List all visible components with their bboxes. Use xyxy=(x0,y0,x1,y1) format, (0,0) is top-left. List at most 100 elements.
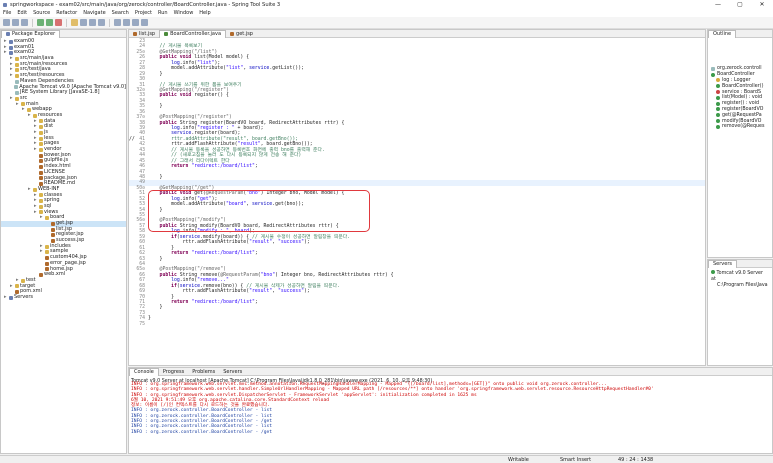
menu-refactor[interactable]: Refactor xyxy=(56,10,77,16)
code-line[interactable]: 75 xyxy=(129,322,705,327)
code-token: "bno" xyxy=(260,272,276,278)
stop-server-icon[interactable] xyxy=(55,19,62,26)
mark-occurrences-icon[interactable] xyxy=(98,19,105,26)
file-icon xyxy=(39,153,43,158)
app-icon xyxy=(3,2,7,7)
menu-run[interactable]: Run xyxy=(158,10,168,16)
debug-icon[interactable] xyxy=(37,19,44,26)
expand-arrow-icon[interactable]: ▸ xyxy=(34,209,38,216)
open-type-icon[interactable] xyxy=(80,19,87,26)
outline-item-label: modify(BoardVO xyxy=(722,118,762,124)
previous-annotation-icon[interactable] xyxy=(123,19,130,26)
expand-arrow-icon[interactable]: ▸ xyxy=(40,249,44,255)
tab-outline[interactable]: Outline xyxy=(708,29,737,38)
close-button[interactable]: ✕ xyxy=(751,0,773,9)
folder-icon xyxy=(39,204,43,209)
editor-tab[interactable]: get.jsp xyxy=(226,30,257,38)
code-token: } xyxy=(148,104,163,110)
menu-file[interactable]: File xyxy=(3,10,11,16)
server-icon xyxy=(711,270,715,274)
menu-project[interactable]: Project xyxy=(135,10,152,16)
expand-arrow-icon[interactable]: ▸ xyxy=(40,215,44,221)
private-field-icon xyxy=(716,90,720,95)
console-tab[interactable]: Console xyxy=(129,367,159,376)
tab-package-explorer[interactable]: Package Explorer xyxy=(1,29,61,38)
expand-arrow-icon[interactable]: ▸ xyxy=(4,50,8,56)
expand-arrow-icon[interactable]: ▸ xyxy=(16,101,20,108)
outline-item-label: org.zerock.controll xyxy=(717,66,762,72)
library-icon xyxy=(15,91,19,96)
new-java-class-icon[interactable] xyxy=(71,19,78,26)
window-title-bar: springworkspace - exam02/src/main/java/o… xyxy=(0,0,773,9)
outline-item-label: register() : void xyxy=(722,101,760,107)
tree-item-label: web.xml xyxy=(44,271,66,278)
tab-servers-side[interactable]: Servers xyxy=(708,259,738,268)
new-icon[interactable] xyxy=(3,19,10,26)
console-tab-label: Console xyxy=(134,369,154,375)
expand-arrow-icon[interactable]: ▸ xyxy=(34,146,38,153)
folder-icon xyxy=(15,73,19,78)
expand-arrow-icon[interactable]: ▸ xyxy=(28,112,32,119)
editor-tab[interactable]: BoardController.java xyxy=(159,29,227,38)
back-icon[interactable] xyxy=(132,19,139,26)
save-all-icon[interactable] xyxy=(21,19,28,26)
menu-window[interactable]: Window xyxy=(174,10,194,16)
minimize-button[interactable]: — xyxy=(707,0,729,9)
expand-arrow-icon[interactable]: ▸ xyxy=(28,186,32,193)
method-icon xyxy=(716,84,720,89)
expand-arrow-icon[interactable]: ▸ xyxy=(22,107,26,113)
status-insert-mode: Smart Insert xyxy=(560,457,592,463)
file-icon xyxy=(39,176,43,181)
menu-source[interactable]: Source xyxy=(33,10,50,16)
editor-tab[interactable]: list.jsp xyxy=(129,30,159,38)
run-icon[interactable] xyxy=(46,19,53,26)
code-token: .getList()); xyxy=(269,66,304,72)
tree-item[interactable]: ▸ Servers xyxy=(1,294,126,301)
field-icon xyxy=(716,78,720,83)
file-icon xyxy=(51,233,55,238)
console-output[interactable]: INFO : org.springframework.web.servlet.m… xyxy=(129,382,772,435)
search-icon[interactable] xyxy=(89,19,96,26)
code-token: } xyxy=(148,316,151,322)
console-tab[interactable]: Servers xyxy=(219,368,246,376)
save-icon[interactable] xyxy=(12,19,19,26)
outline-item[interactable]: remove(@Reques xyxy=(708,124,772,130)
folder-icon xyxy=(39,147,43,152)
forward-icon[interactable] xyxy=(141,19,148,26)
expand-arrow-icon[interactable]: ▸ xyxy=(10,72,14,79)
code-token: } xyxy=(148,256,163,262)
code-token: "result" xyxy=(249,240,273,246)
console-tab[interactable]: Progress xyxy=(159,368,188,376)
menu-bar: File Edit Source Refactor Navigate Search Proj… xyxy=(0,9,773,17)
menu-search[interactable]: Search xyxy=(112,10,129,16)
menu-edit[interactable]: Edit xyxy=(17,10,27,16)
outline-tabbar: Outline xyxy=(708,29,772,38)
folder-icon xyxy=(15,56,19,61)
editor-tab-label: BoardController.java xyxy=(170,31,222,37)
method-icon xyxy=(716,119,720,124)
menu-help[interactable]: Help xyxy=(199,10,210,16)
servers-side-panel: Servers Tomcat v9.0 Server at C:\Program… xyxy=(707,259,773,366)
code-token: return xyxy=(148,164,192,170)
method-icon xyxy=(716,107,720,112)
expand-arrow-icon[interactable]: ▸ xyxy=(4,294,8,301)
expand-arrow-icon[interactable]: ▸ xyxy=(10,283,14,290)
console-tab[interactable]: Problems xyxy=(188,368,219,376)
next-annotation-icon[interactable] xyxy=(114,19,121,26)
folder-icon xyxy=(15,62,19,67)
package-explorer-icon xyxy=(6,32,10,36)
package-explorer-panel: Package Explorer ▸ exam00 ▸ exam01 ▸ exam02 ▸ s… xyxy=(0,29,127,454)
highlight-box xyxy=(148,190,370,232)
project-icon xyxy=(9,295,13,300)
code-editor[interactable]: 23 24 // 게시물 목록보기 25⊖ @GetMapping("/list")… xyxy=(129,38,705,327)
outline-item-label: BoardController() xyxy=(722,83,764,89)
maximize-button[interactable]: ▢ xyxy=(729,0,751,9)
server-item[interactable]: Tomcat v9.0 Server at xyxy=(711,270,769,283)
package-explorer-tabbar: Package Explorer xyxy=(1,29,126,38)
method-icon xyxy=(716,95,720,100)
expand-arrow-icon[interactable]: ▸ xyxy=(10,95,14,102)
file-icon xyxy=(39,159,43,164)
code-token: ; xyxy=(254,300,258,305)
menu-navigate[interactable]: Navigate xyxy=(83,10,105,16)
library-icon xyxy=(14,85,19,90)
